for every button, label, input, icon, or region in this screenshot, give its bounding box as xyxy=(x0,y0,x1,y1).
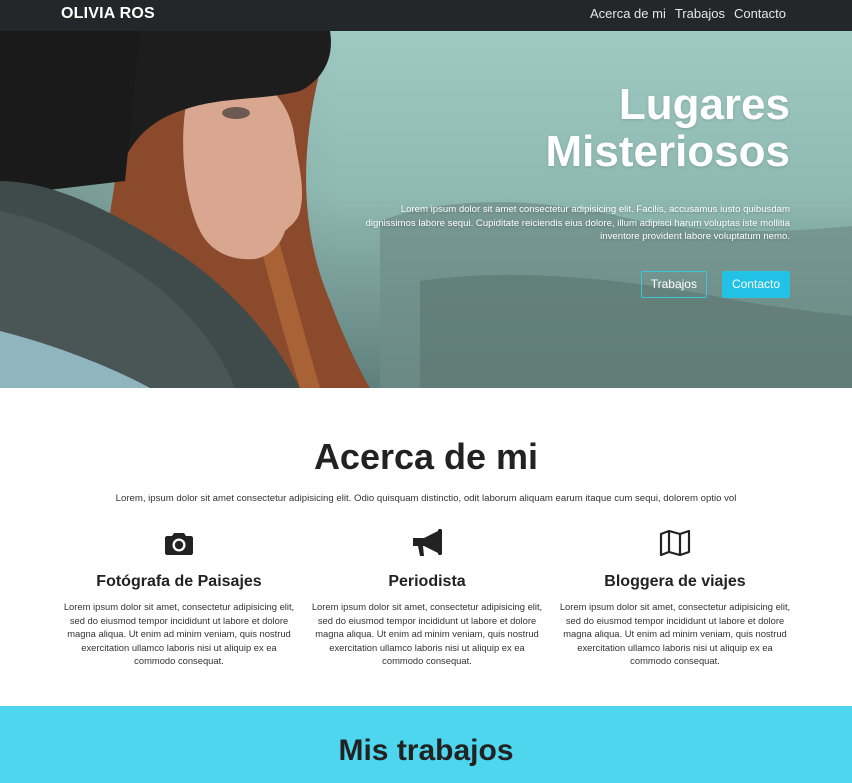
megaphone-icon xyxy=(309,528,545,558)
about-section: Acerca de mi Lorem, ipsum dolor sit amet… xyxy=(0,388,852,706)
features-grid: Fotógrafa de Paisajes Lorem ipsum dolor … xyxy=(55,528,800,668)
trabajos-button[interactable]: Trabajos xyxy=(640,270,707,298)
nav-link-acerca[interactable]: Acerca de mi xyxy=(590,6,666,21)
hero-content: Lugares Misteriosos Lorem ipsum dolor si… xyxy=(360,81,790,298)
about-title: Acerca de mi xyxy=(313,436,539,477)
feature-title: Fotógrafa de Paisajes xyxy=(96,573,262,590)
navbar: OLIVIA ROS Acerca de mi Trabajos Contact… xyxy=(0,0,852,31)
nav-link-contacto[interactable]: Contacto xyxy=(734,6,786,21)
feature-travel-blogger: Bloggera de viajes Lorem ipsum dolor sit… xyxy=(551,528,799,668)
camera-icon xyxy=(61,528,297,558)
works-section: Mis trabajos xyxy=(0,706,852,783)
feature-photographer: Fotógrafa de Paisajes Lorem ipsum dolor … xyxy=(55,528,303,668)
about-intro: Lorem, ipsum dolor sit amet consectetur … xyxy=(115,493,737,504)
feature-text: Lorem ipsum dolor sit amet, consectetur … xyxy=(63,601,295,666)
hero-section: Lugares Misteriosos Lorem ipsum dolor si… xyxy=(0,31,852,388)
feature-text: Lorem ipsum dolor sit amet, consectetur … xyxy=(559,601,791,666)
feature-journalist: Periodista Lorem ipsum dolor sit amet, c… xyxy=(303,528,551,668)
hero-buttons: Trabajos Contacto xyxy=(360,270,790,298)
brand-logo[interactable]: OLIVIA ROS xyxy=(61,5,155,23)
feature-title: Bloggera de viajes xyxy=(604,573,746,590)
hero-title-line1: Lugares xyxy=(618,80,790,129)
feature-title: Periodista xyxy=(388,573,466,590)
works-title: Mis trabajos xyxy=(338,734,514,767)
map-icon xyxy=(557,528,793,558)
nav-link-trabajos[interactable]: Trabajos xyxy=(675,6,725,21)
contacto-button[interactable]: Contacto xyxy=(721,270,790,298)
hero-title: Lugares Misteriosos xyxy=(360,81,790,175)
hero-title-line2: Misteriosos xyxy=(545,127,790,176)
nav-links: Acerca de mi Trabajos Contacto xyxy=(590,6,786,21)
feature-text: Lorem ipsum dolor sit amet, consectetur … xyxy=(311,601,543,666)
hero-description: Lorem ipsum dolor sit amet consectetur a… xyxy=(365,204,790,242)
